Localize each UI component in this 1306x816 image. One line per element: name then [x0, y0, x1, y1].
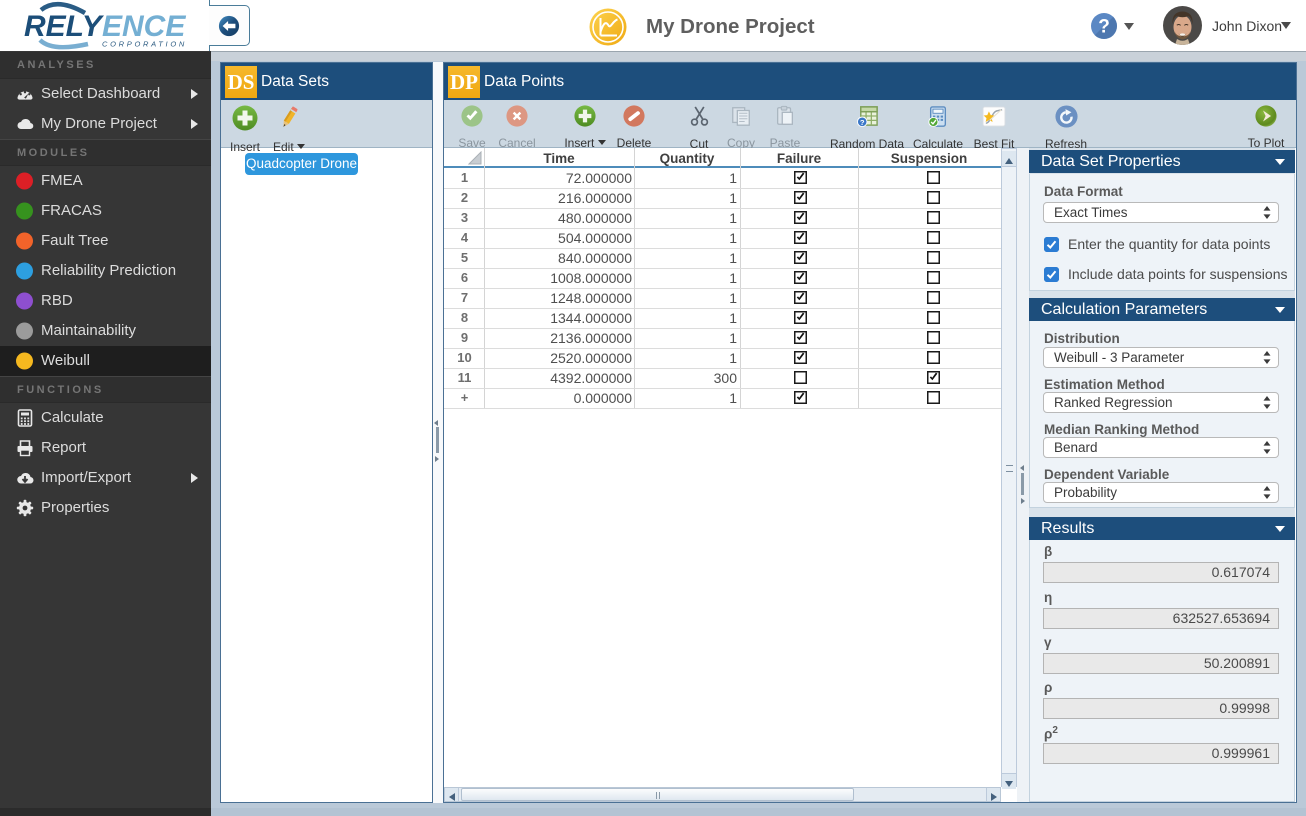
svg-text:RELY: RELY [24, 10, 105, 43]
svg-text:CORPORATION: CORPORATION [102, 40, 187, 49]
svg-text:?: ? [1098, 17, 1110, 38]
svg-text:?: ? [859, 118, 864, 127]
svg-text:ENCE: ENCE [102, 10, 186, 43]
